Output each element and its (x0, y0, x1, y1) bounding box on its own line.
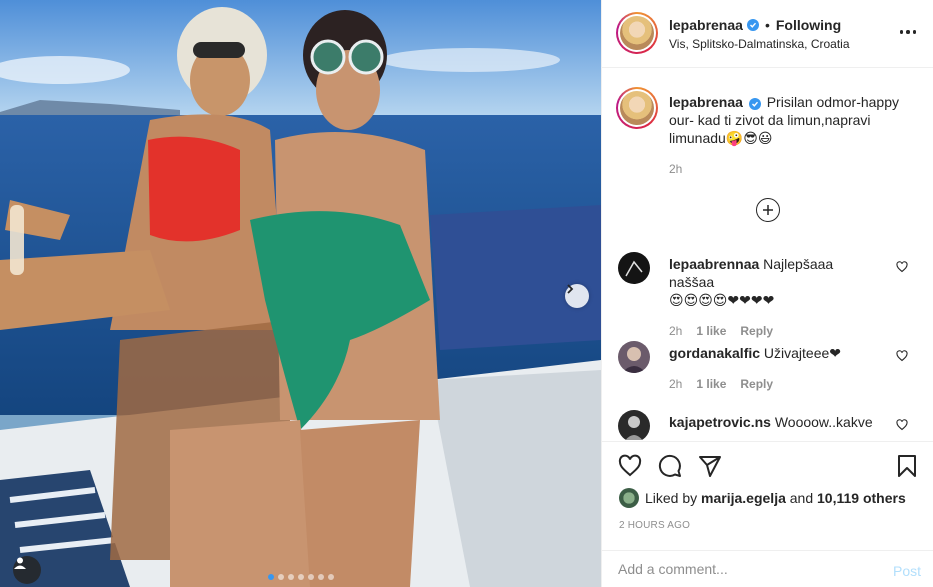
post-side-panel: lepabrenaa • Following Vis, Splitsko-Dal… (601, 0, 933, 587)
comment-time: 2h (669, 324, 683, 338)
post-photo[interactable] (0, 0, 601, 587)
comment-username[interactable]: kajapetrovic.ns (669, 414, 771, 430)
caption-time: 2h (669, 162, 683, 176)
comment-text: Woooow..kakve (774, 414, 873, 430)
comment-username[interactable]: gordanakalfic (669, 345, 760, 361)
comment-avatar[interactable] (618, 252, 650, 284)
load-more-comments-button[interactable] (756, 198, 780, 222)
carousel-dot (298, 574, 304, 580)
like-button[interactable] (618, 454, 642, 481)
photo-illustration (0, 0, 601, 587)
comment-username[interactable]: lepaabrennaa (669, 256, 759, 272)
liker-username[interactable]: marija.egelja (701, 490, 786, 506)
add-comment-bar: Post (602, 550, 933, 587)
heart-icon (896, 419, 908, 431)
comments-section: lepabrenaa Prisilan odmor-happy our- kad… (602, 69, 933, 440)
share-button[interactable] (698, 454, 722, 481)
author-avatar[interactable] (616, 12, 658, 54)
comment-input[interactable] (618, 561, 858, 577)
share-icon (699, 456, 721, 477)
next-slide-button[interactable] (565, 284, 589, 308)
comment-likes[interactable]: 1 like (696, 375, 726, 393)
comment-time: 2h (669, 377, 683, 391)
carousel-dot (328, 574, 334, 580)
carousel-indicator (268, 574, 334, 580)
plus-circle-icon (763, 205, 773, 215)
likes-joiner: and (789, 490, 814, 506)
save-button[interactable] (895, 454, 919, 481)
caption-username[interactable]: lepabrenaa (669, 94, 743, 110)
comment-avatar[interactable] (618, 410, 650, 440)
comment-icon (658, 454, 681, 477)
carousel-dot (288, 574, 294, 580)
author-username[interactable]: lepabrenaa (669, 17, 743, 33)
following-button[interactable]: Following (776, 17, 841, 33)
verified-icon (746, 19, 759, 31)
heart-icon (896, 261, 908, 273)
post-comment-button[interactable]: Post (893, 563, 921, 579)
comment-button[interactable] (658, 454, 682, 481)
caption-avatar[interactable] (616, 87, 658, 129)
more-icon (899, 30, 904, 34)
tag-user-icon (14, 557, 26, 569)
comment-like-button[interactable] (896, 418, 908, 434)
comment-likes[interactable]: 1 like (696, 322, 726, 340)
comment-emoji: 😍😍😍😍❤❤❤❤ (669, 292, 775, 308)
post-location[interactable]: Vis, Splitsko-Dalmatinska, Croatia (669, 37, 850, 51)
comment-like-button[interactable] (896, 349, 908, 365)
likes-count[interactable]: 10,119 others (817, 490, 906, 506)
liker-avatar[interactable] (619, 488, 639, 508)
carousel-dot (318, 574, 324, 580)
carousel-dot (278, 574, 284, 580)
heart-icon (896, 350, 908, 362)
post-header: lepabrenaa • Following Vis, Splitsko-Dal… (602, 0, 933, 68)
carousel-dot (268, 574, 274, 580)
verified-icon (748, 98, 761, 110)
tagged-users-button[interactable] (13, 556, 41, 584)
likes-summary: Liked by marija.egelja and 10,119 others (619, 488, 906, 508)
reply-button[interactable]: Reply (740, 375, 773, 393)
carousel-dot (308, 574, 314, 580)
comment-like-button[interactable] (896, 260, 908, 276)
bookmark-icon (898, 455, 916, 477)
heart-icon (618, 454, 642, 477)
chevron-right-icon (567, 284, 574, 294)
likes-prefix: Liked by (645, 490, 698, 506)
post-actions: Liked by marija.egelja and 10,119 others… (602, 441, 933, 587)
comment-text: Uživajteee❤ (763, 345, 842, 361)
post-timestamp[interactable]: 2 HOURS AGO (619, 520, 690, 531)
reply-button[interactable]: Reply (740, 322, 773, 340)
header-separator: • (764, 17, 770, 33)
more-options-button[interactable] (897, 22, 919, 42)
comment-avatar[interactable] (618, 341, 650, 373)
